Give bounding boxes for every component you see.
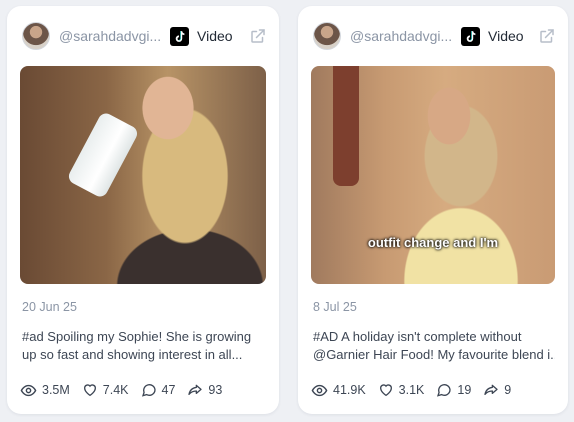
umbrella-shape [333,66,359,186]
external-link-icon[interactable] [538,27,556,45]
external-link-icon[interactable] [249,27,267,45]
eye-icon [311,384,328,396]
comments-stat: 19 [436,382,471,398]
comments-stat: 47 [141,382,176,398]
post-card[interactable]: @sarahdadvgi... Video outfit change and … [298,6,568,414]
description-line: up so fast and showing interest in all..… [22,347,243,362]
comment-icon [141,384,156,397]
eye-icon [20,384,37,396]
card-header: @sarahdadvgi... Video [22,22,267,50]
comments-count: 19 [457,383,472,397]
likes-count: 3.1K [398,383,425,397]
post-description: #AD A holiday isn't complete without @Ga… [313,328,555,364]
likes-count: 7.4K [102,383,129,397]
stats-row: 41.9K 3.1K 19 9 [311,381,558,399]
description-line: @Garnier Hair Food! My favourite blend i… [313,347,555,362]
creator-handle[interactable]: @sarahdadvgi... [350,28,453,44]
views-count: 3.5M [42,383,70,397]
card-header: @sarahdadvgi... Video [313,22,556,50]
post-date: 20 Jun 25 [22,300,77,314]
views-stat: 41.9K [311,382,366,399]
avatar[interactable] [313,22,341,50]
content-type-label: Video [488,28,524,44]
creator-handle[interactable]: @sarahdadvgi... [59,28,162,44]
description-line: #ad Spoiling my Sophie! She is growing [22,329,252,344]
video-thumbnail[interactable]: outfit change and I'm [311,66,555,284]
comment-icon [437,384,452,397]
tiktok-icon [170,26,189,46]
shares-count: 93 [208,383,223,397]
shares-stat: 93 [187,382,222,398]
avatar[interactable] [22,22,50,50]
video-thumbnail[interactable] [20,66,266,284]
post-date: 8 Jul 25 [313,300,357,314]
post-description: #ad Spoiling my Sophie! She is growing u… [22,328,266,364]
description-line: #AD A holiday isn't complete without [313,329,522,344]
views-count: 41.9K [333,383,366,397]
share-icon [188,384,203,395]
heart-icon [83,384,96,397]
shares-stat: 9 [483,382,511,398]
comments-count: 47 [161,383,176,397]
cup-shape [66,110,140,200]
views-stat: 3.5M [20,382,70,399]
post-card[interactable]: @sarahdadvgi... Video 20 Jun 25 #ad Spoi… [7,6,279,414]
shares-count: 9 [504,383,512,397]
likes-stat: 7.4K [82,382,129,398]
stats-row: 3.5M 7.4K 47 93 [20,381,269,399]
tiktok-icon [461,26,480,46]
heart-icon [379,384,392,397]
video-caption: outfit change and I'm [367,235,499,250]
likes-stat: 3.1K [378,382,425,398]
share-icon [484,384,498,395]
content-type-label: Video [197,28,233,44]
